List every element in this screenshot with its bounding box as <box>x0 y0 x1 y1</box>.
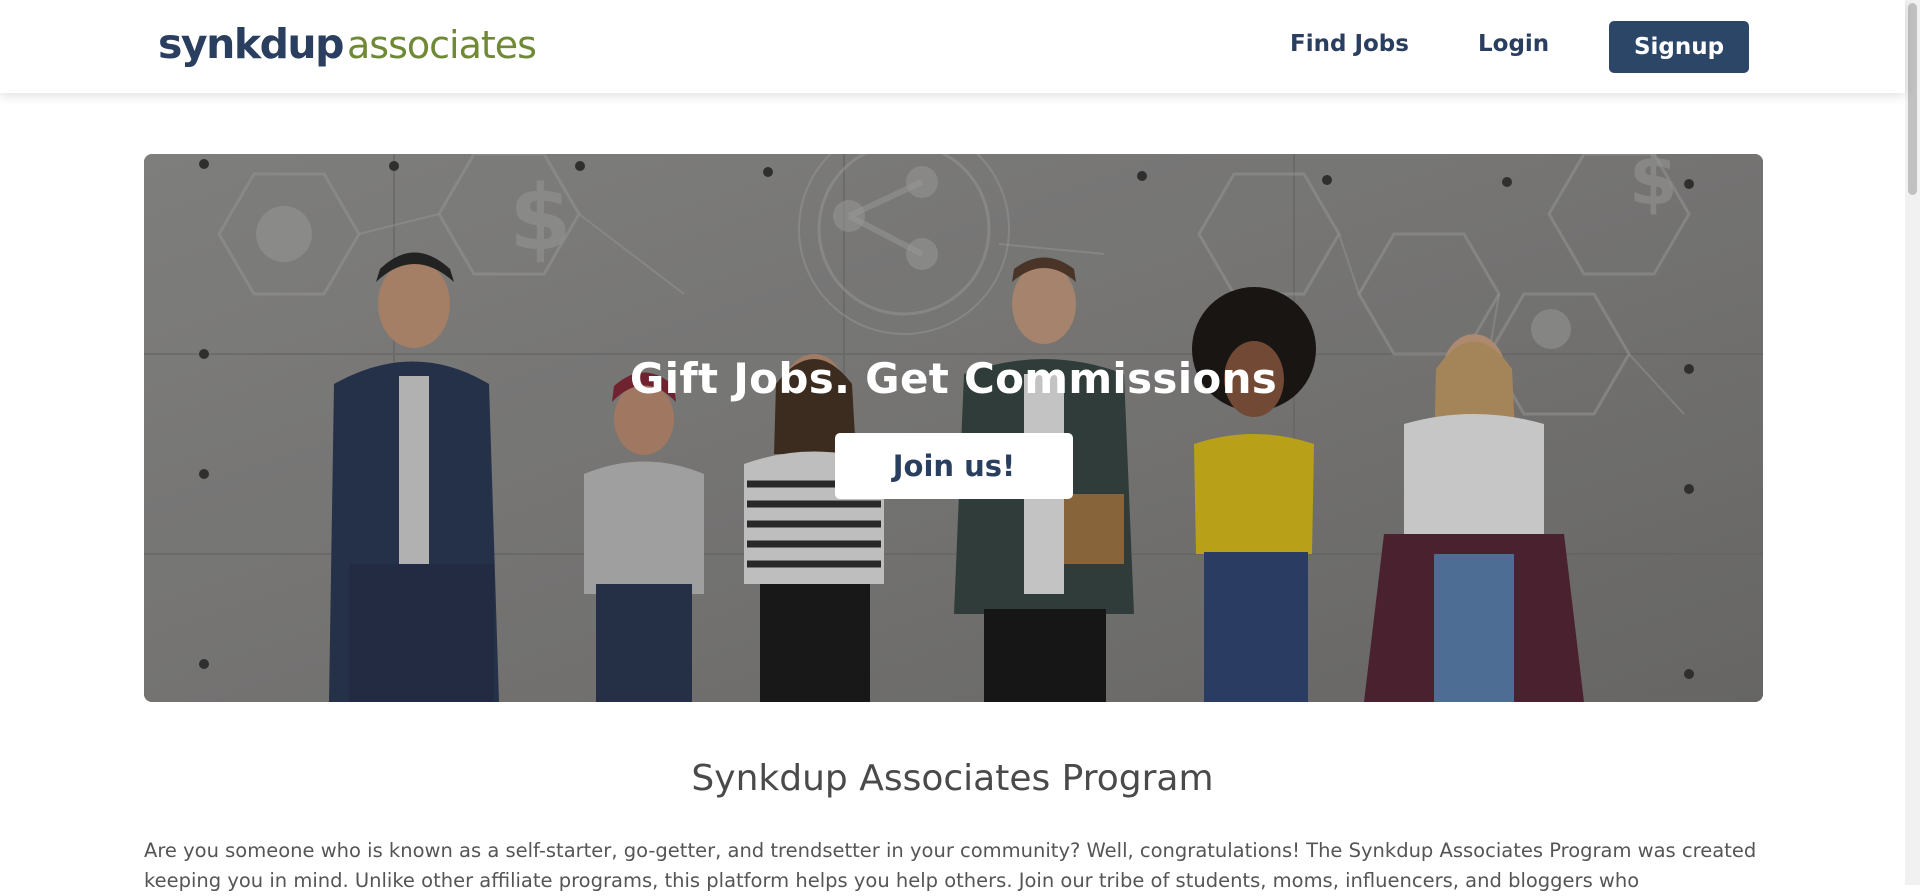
synkdup-associates-logo[interactable]: synkdup associates <box>158 20 537 70</box>
nav-login-link[interactable]: Login <box>1478 31 1549 57</box>
logo-secondary-text: associates <box>346 23 537 67</box>
signup-button[interactable]: Signup <box>1609 21 1749 73</box>
program-description: Are you someone who is known as a self-s… <box>144 839 1757 892</box>
hero-title: Gift Jobs. Get Commissions <box>629 354 1278 403</box>
logo-primary-text: synkdup <box>158 20 344 68</box>
site-header: synkdup associates Find Jobs Login Signu… <box>0 0 1905 93</box>
program-heading: Synkdup Associates Program <box>691 758 1214 799</box>
hero-background-image: $ $ <box>144 154 1763 702</box>
hero-banner: $ $ Gift Jobs. Get Commissions Join us! <box>144 154 1763 702</box>
scrollbar-thumb[interactable] <box>1908 3 1917 195</box>
nav-find-jobs-link[interactable]: Find Jobs <box>1290 31 1409 57</box>
join-us-button[interactable]: Join us! <box>835 433 1073 499</box>
page-scrollbar[interactable] <box>1905 0 1920 885</box>
